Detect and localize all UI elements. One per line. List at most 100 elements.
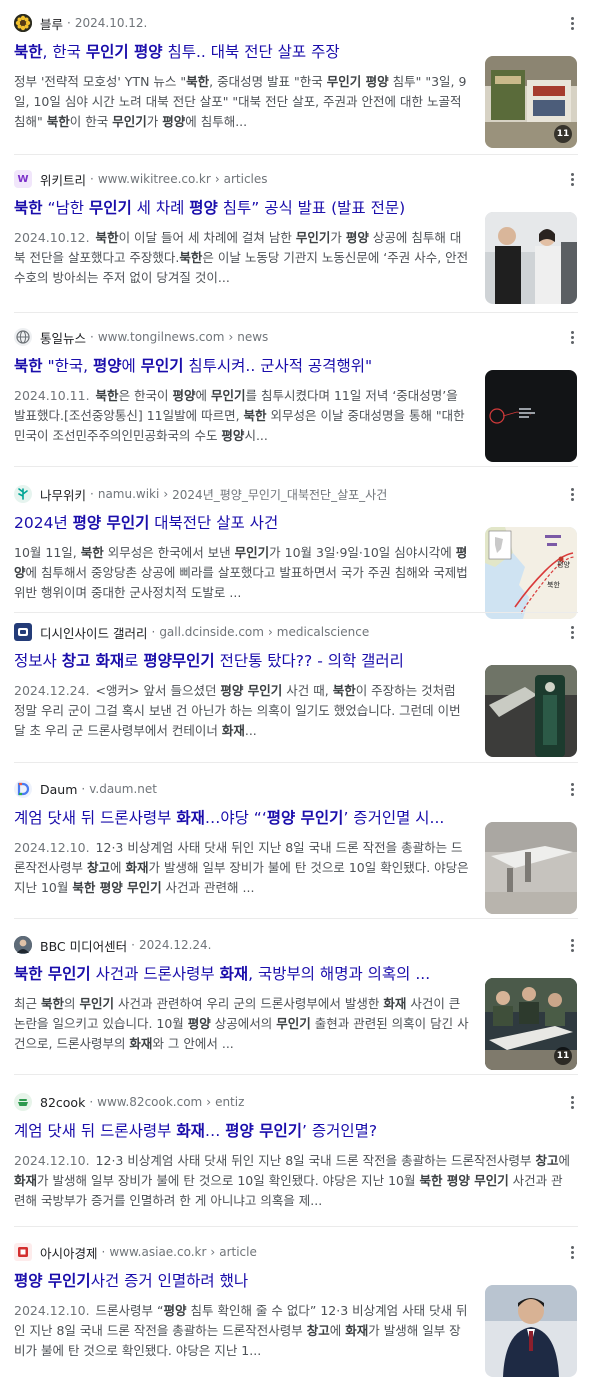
highlighted-keyword: 평양 무인기 <box>220 683 283 698</box>
text-fragment: 시... <box>244 428 268 443</box>
text-fragment: 정부 '전략적 모호성' YTN 뉴스 " <box>14 74 187 89</box>
more-options-icon[interactable] <box>564 936 580 954</box>
result-source[interactable]: 디시인사이드 갤러리 · gall.dcinside.com › medical… <box>14 621 369 643</box>
highlighted-keyword: 평양 무인기 <box>14 1272 91 1290</box>
text-fragment: 드론사령부 “ <box>95 1303 164 1318</box>
result-title[interactable]: 북한 "한국, 평양에 무인기 침투시켜.. 군사적 공격행위" <box>14 356 474 376</box>
source-path: articles <box>223 172 268 186</box>
result-title[interactable]: 북한, 한국 무인기 평양 침투.. 대북 전단 살포 주장 <box>14 42 474 62</box>
source-name: 통일뉴스 <box>40 330 87 346</box>
highlighted-keyword: 북한 <box>332 683 356 698</box>
more-options-icon[interactable] <box>564 780 580 798</box>
result-source[interactable]: 82cook · www.82cook.com › entiz <box>14 1091 244 1113</box>
text-fragment: 가 10월 3일·9일·10일 심야시각에 <box>269 545 456 560</box>
result-thumbnail[interactable]: 11 <box>485 56 577 148</box>
more-options-icon[interactable] <box>564 170 580 188</box>
result-source[interactable]: W 위키트리 · www.wikitree.co.kr › articles <box>14 168 268 190</box>
text-fragment: <앵커> 앞서 들으셨던 <box>95 683 221 698</box>
more-options-icon[interactable] <box>564 14 580 32</box>
highlighted-keyword: 무인기 평양 <box>326 74 389 89</box>
more-options-icon[interactable] <box>564 1093 580 1111</box>
highlighted-keyword: 평양 무인기 <box>225 1122 302 1140</box>
result-thumbnail[interactable]: 평양 북한 <box>485 527 577 619</box>
result-title[interactable]: 정보사 창고 화재로 평양무인기 전단통 탔다?? - 의학 갤러리 <box>14 651 474 671</box>
highlighted-keyword: 화재 <box>176 1122 205 1140</box>
source-name: 나무위키 <box>40 487 87 503</box>
highlighted-keyword: 화재 <box>345 1323 369 1338</box>
source-name: 아시아경제 <box>40 1245 98 1261</box>
highlighted-keyword: 무인기 <box>276 1016 311 1031</box>
highlighted-keyword: 북한 평양 무인기 <box>72 880 162 895</box>
source-name: 위키트리 <box>40 172 87 188</box>
source-name: 디시인사이드 갤러리 <box>40 625 148 641</box>
result-source[interactable]: Daum · v.daum.net <box>14 778 157 800</box>
text-fragment: 로 <box>124 652 144 670</box>
result-date: 2024.10.11. <box>14 388 90 403</box>
result-title[interactable]: 평양 무인기사건 증거 인멸하려 했나 <box>14 1271 474 1291</box>
highlighted-keyword: 무인기 <box>295 230 331 245</box>
highlighted-keyword: 무인기 <box>140 357 184 375</box>
highlighted-keyword: 북한 <box>46 114 70 129</box>
separator: · <box>67 16 71 30</box>
result-thumbnail[interactable] <box>485 370 577 462</box>
text-fragment: “남한 <box>42 199 89 217</box>
text-fragment: ’ 증거인멸? <box>301 1122 378 1140</box>
highlighted-keyword: 북한 <box>14 199 43 217</box>
highlighted-keyword: 평양 <box>189 199 218 217</box>
result-thumbnail[interactable] <box>485 665 577 757</box>
highlighted-keyword: 북한 <box>186 74 210 89</box>
more-options-icon[interactable] <box>564 623 580 641</box>
text-fragment: 침투” 공식 발표 (발표 전문) <box>217 199 406 217</box>
result-snippet: 10월 11일, 북한 외무성은 한국에서 보낸 무인기가 10월 3일·9일·… <box>14 543 470 603</box>
more-options-icon[interactable] <box>564 328 580 346</box>
text-fragment: 외무성은 한국에서 보낸 <box>103 545 235 560</box>
text-fragment: …야당 “‘ <box>204 809 267 827</box>
result-source[interactable]: 나무위키 · namu.wiki › 2024년_평양_무인기_대북전단_살포_… <box>14 483 387 505</box>
breadcrumb-separator: › <box>163 487 169 501</box>
more-options-icon[interactable] <box>564 485 580 503</box>
result-title[interactable]: 북한 무인기 사건과 드론사령부 화재, 국방부의 해명과 의혹의 ... <box>14 964 474 984</box>
result-thumbnail[interactable] <box>485 212 577 304</box>
source-url: v.daum.net <box>89 782 157 796</box>
highlighted-keyword: 창고 <box>306 1323 330 1338</box>
text-fragment: 가 <box>330 230 346 245</box>
result-source[interactable]: 아시아경제 · www.asiae.co.kr › article <box>14 1241 257 1263</box>
breadcrumb-separator: › <box>210 1245 216 1259</box>
separator: · <box>131 938 135 952</box>
image-count-badge: 11 <box>554 1047 572 1065</box>
result-thumbnail[interactable] <box>485 822 577 914</box>
result-title[interactable]: 북한 “남한 무인기 세 차례 평양 침투” 공식 발표 (발표 전문) <box>14 198 474 218</box>
result-thumbnail[interactable]: 11 <box>485 978 577 1070</box>
result-title[interactable]: 계엄 닷새 뒤 드론사령부 화재…야당 “‘평양 무인기’ 증거인멸 시... <box>14 808 474 828</box>
highlighted-keyword: 평양 무인기 <box>72 514 150 532</box>
text-fragment: 에 <box>329 1323 346 1338</box>
result-source[interactable]: 통일뉴스 · www.tongilnews.com › news <box>14 326 268 348</box>
source-url: www.82cook.com <box>97 1095 203 1109</box>
text-fragment: 세 차례 <box>131 199 190 217</box>
text-fragment: , 한국 <box>42 43 86 61</box>
result-date: 2024.10.12. <box>14 230 90 245</box>
highlighted-keyword: 무인기 <box>88 199 132 217</box>
source-path: entiz <box>215 1095 245 1109</box>
divider <box>14 154 578 155</box>
result-title[interactable]: 2024년 평양 무인기 대북전단 살포 사건 <box>14 513 474 533</box>
text-fragment: 사건 증거 인멸하려 했나 <box>90 1272 249 1290</box>
result-thumbnail[interactable] <box>485 1285 577 1377</box>
breadcrumb-separator: › <box>228 330 234 344</box>
breadcrumb-separator: › <box>214 172 220 186</box>
highlighted-keyword: 무인기 평양 <box>85 43 163 61</box>
highlighted-keyword: 북한 평양 무인기 <box>419 1173 509 1188</box>
result-date: 2024.12.10. <box>14 840 90 855</box>
result-title[interactable]: 계엄 닷새 뒤 드론사령부 화재… 평양 무인기’ 증거인멸? <box>14 1121 474 1141</box>
more-options-icon[interactable] <box>564 1243 580 1261</box>
result-source[interactable]: BBC 미디어센터 · 2024.12.24. <box>14 934 212 956</box>
result-source[interactable]: 블루 · 2024.10.12. <box>14 12 147 34</box>
map-label-pyongyang: 평양 <box>557 560 570 569</box>
text-fragment: 이 한국 <box>69 114 113 129</box>
result-snippet: 2024.12.10. 12·3 비상계엄 사태 닷새 뒤인 지난 8일 국내 드… <box>14 838 470 898</box>
source-date: 2024.12.24. <box>138 938 212 952</box>
text-fragment: 사건과 관련하여 우리 군의 드론사령부에서 발생한 <box>114 996 384 1011</box>
text-fragment: ... <box>244 723 257 738</box>
text-fragment: 와 그 안에서 ... <box>152 1036 234 1051</box>
highlighted-keyword: 평양 <box>221 428 245 443</box>
